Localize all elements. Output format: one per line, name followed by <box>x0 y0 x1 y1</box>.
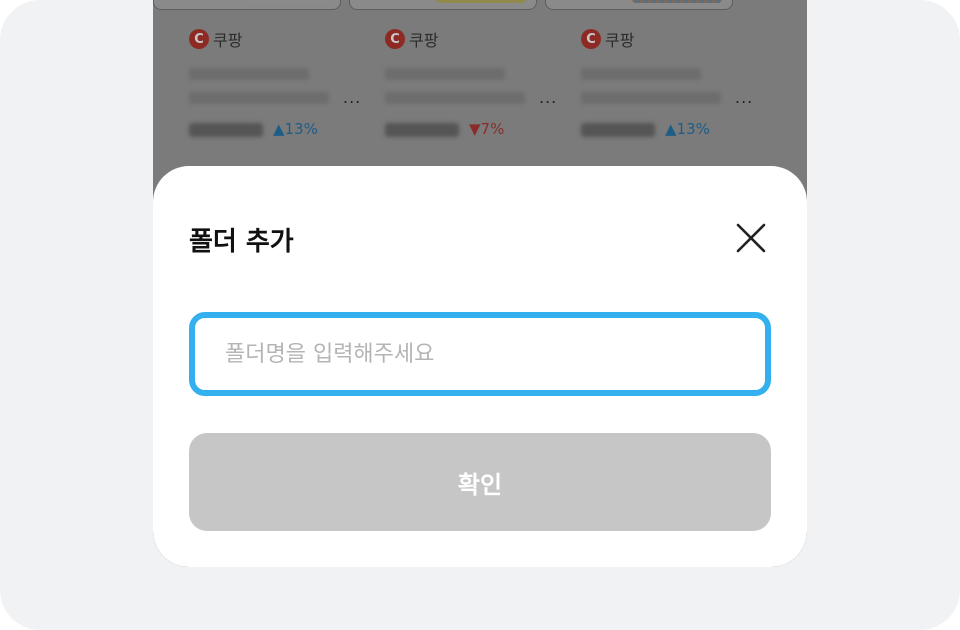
product-name-blurred <box>385 68 505 80</box>
product-list: C 쿠팡 ... ▲13% C 쿠팡 ... ▼7% C 쿠팡 ... ▲13% <box>153 0 807 170</box>
store-info: C 쿠팡 <box>385 28 438 50</box>
price-blurred <box>189 123 263 137</box>
product-thumbnail <box>153 0 341 10</box>
price-change: ▲13% <box>665 120 710 138</box>
product-thumbnail <box>349 0 537 10</box>
product-card[interactable]: C 쿠팡 ... ▲13% <box>545 0 752 160</box>
coupang-logo-icon: C <box>385 29 405 49</box>
price-change: ▲13% <box>273 120 318 138</box>
store-name: 쿠팡 <box>409 31 439 50</box>
close-button[interactable] <box>733 220 769 256</box>
modal-title: 폴더 추가 <box>189 227 294 257</box>
coupang-logo-icon: C <box>189 29 209 49</box>
store-info: C 쿠팡 <box>189 28 242 50</box>
more-icon[interactable]: ... <box>735 88 753 107</box>
product-name-blurred <box>385 92 525 104</box>
add-folder-modal: 폴더 추가 확인 <box>153 166 807 567</box>
price-blurred <box>581 123 655 137</box>
store-name: 쿠팡 <box>605 31 635 50</box>
product-name-blurred <box>581 92 721 104</box>
product-card[interactable]: C 쿠팡 ... ▲13% <box>153 0 360 160</box>
product-card[interactable]: C 쿠팡 ... ▼7% <box>349 0 556 160</box>
price-change: ▼7% <box>469 120 505 138</box>
close-icon <box>736 223 766 253</box>
screen-background: C 쿠팡 ... ▲13% C 쿠팡 ... ▼7% C 쿠팡 ... ▲13%… <box>0 0 960 630</box>
product-name-blurred <box>189 68 309 80</box>
price-blurred <box>385 123 459 137</box>
product-name-blurred <box>189 92 329 104</box>
product-name-blurred <box>581 68 701 80</box>
folder-name-input[interactable] <box>189 312 771 396</box>
app-screen: C 쿠팡 ... ▲13% C 쿠팡 ... ▼7% C 쿠팡 ... ▲13%… <box>153 0 807 567</box>
confirm-button[interactable]: 확인 <box>189 433 771 531</box>
product-thumbnail <box>545 0 733 10</box>
store-info: C 쿠팡 <box>581 28 634 50</box>
coupang-logo-icon: C <box>581 29 601 49</box>
store-name: 쿠팡 <box>213 31 243 50</box>
